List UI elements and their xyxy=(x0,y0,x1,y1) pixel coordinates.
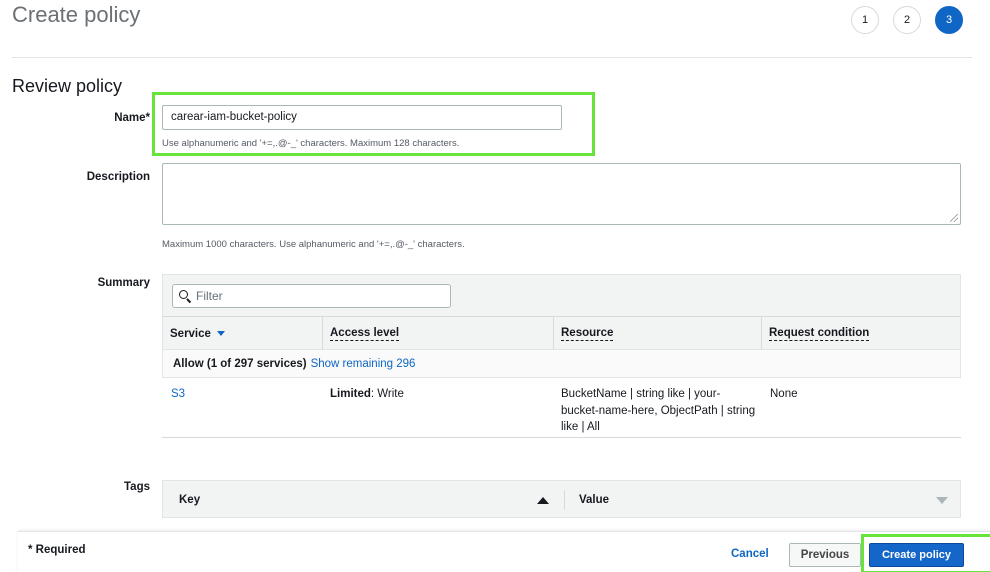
filter-placeholder: Filter xyxy=(196,289,223,303)
allow-row: Allow (1 of 297 services) Show remaining… xyxy=(162,350,961,378)
step-3-active: 3 xyxy=(935,6,963,34)
description-help-text: Maximum 1000 characters. Use alphanumeri… xyxy=(162,239,465,250)
search-icon xyxy=(179,290,191,302)
column-divider xyxy=(564,490,565,510)
access-level-strong: Limited xyxy=(330,388,371,400)
column-request-condition-label: Request condition xyxy=(769,326,870,341)
column-access-level-label: Access level xyxy=(330,326,400,341)
create-policy-button[interactable]: Create policy xyxy=(869,543,964,567)
tags-label: Tags xyxy=(124,481,150,493)
access-level-rest: : Write xyxy=(370,388,404,400)
required-note: * Required xyxy=(28,544,86,556)
column-service-label: Service xyxy=(170,327,211,340)
step-1[interactable]: 1 xyxy=(851,6,879,34)
tags-table-header: Key Value xyxy=(162,480,961,518)
show-remaining-link[interactable]: Show remaining 296 xyxy=(311,358,416,370)
resource-cell: BucketName | string like | your-bucket-n… xyxy=(561,388,756,433)
tags-column-key[interactable]: Key xyxy=(179,481,200,519)
sort-ascending-icon[interactable] xyxy=(537,481,549,519)
header-divider xyxy=(12,57,972,58)
summary-table: Filter Service Access level Resource Req… xyxy=(162,274,961,438)
column-resource-label: Resource xyxy=(561,326,614,341)
summary-label: Summary xyxy=(97,277,150,289)
step-2[interactable]: 2 xyxy=(893,6,921,34)
policy-name-input[interactable]: carear-iam-bucket-policy xyxy=(162,105,562,130)
section-title: Review policy xyxy=(12,76,123,96)
sort-descending-icon[interactable] xyxy=(936,481,948,519)
allow-count-text: Allow (1 of 297 services) xyxy=(173,357,307,370)
name-help-text: Use alphanumeric and '+=,.@-_' character… xyxy=(162,138,460,149)
access-level-cell: Limited: Write xyxy=(330,386,404,403)
service-s3-link[interactable]: S3 xyxy=(171,386,185,403)
column-request-condition: Request condition xyxy=(761,316,960,350)
footer-bar: * Required Cancel Previous Create policy xyxy=(18,531,990,572)
name-label: Name* xyxy=(114,112,150,124)
page-title: Create policy xyxy=(12,2,141,27)
table-row: S3 Limited: Write BucketName | string li… xyxy=(162,378,961,438)
wizard-steps: 1 2 3 xyxy=(851,6,963,34)
resize-handle-icon[interactable] xyxy=(950,214,958,222)
sort-caret-down-icon xyxy=(216,331,225,336)
column-access-level: Access level xyxy=(322,316,554,350)
description-label: Description xyxy=(86,171,150,183)
cancel-button[interactable]: Cancel xyxy=(731,548,769,560)
request-condition-cell: None xyxy=(770,388,798,400)
tags-column-value[interactable]: Value xyxy=(579,481,609,519)
column-resource: Resource xyxy=(553,316,761,350)
description-textarea[interactable] xyxy=(162,163,961,225)
filter-input[interactable]: Filter xyxy=(172,284,451,308)
column-service[interactable]: Service xyxy=(162,316,322,350)
previous-button[interactable]: Previous xyxy=(789,543,861,567)
